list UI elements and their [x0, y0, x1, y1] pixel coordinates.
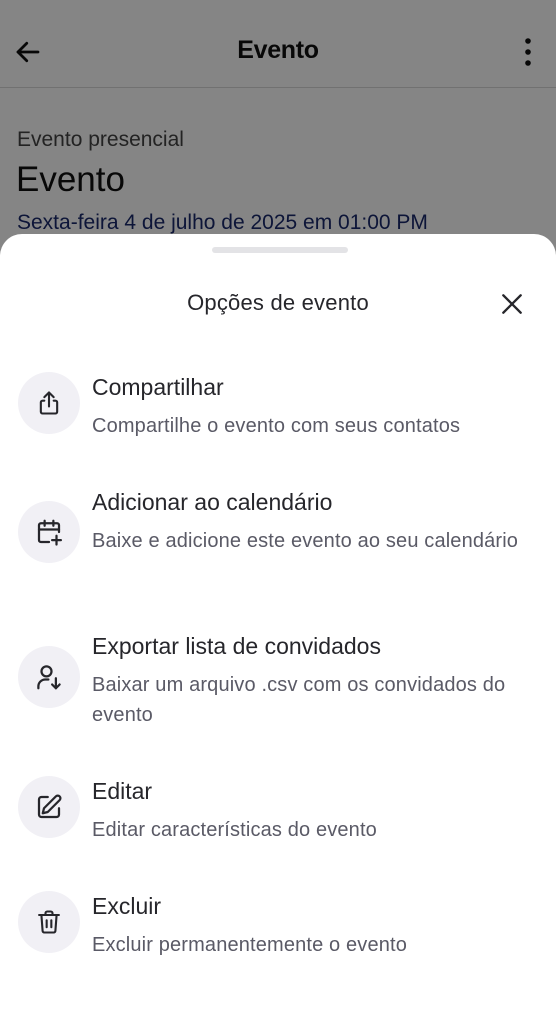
trash-icon	[38, 910, 60, 934]
option-share-title: Compartilhar	[92, 374, 224, 400]
drag-handle[interactable]	[212, 247, 348, 253]
sheet-title: Opções de evento	[187, 290, 369, 315]
share-icon-circle	[18, 372, 80, 434]
option-export-guests[interactable]: Exportar lista de convidados Baixar um a…	[0, 633, 556, 743]
user-download-icon-circle	[18, 646, 80, 708]
option-add-to-calendar[interactable]: Adicionar ao calendário Baixe e adicione…	[0, 489, 556, 599]
option-share[interactable]: Compartilhar Compartilhe o evento com se…	[0, 372, 556, 454]
option-share-description: Compartilhe o evento com seus contatos	[92, 415, 461, 437]
option-edit-description: Editar características do evento	[92, 819, 377, 841]
share-icon	[39, 391, 59, 415]
close-button[interactable]	[492, 284, 532, 324]
option-delete-description: Excluir permanentemente o evento	[92, 934, 407, 956]
option-edit-title: Editar	[92, 778, 153, 804]
edit-icon	[37, 794, 62, 819]
option-delete-title: Excluir	[92, 893, 162, 919]
option-export-guests-description: Baixar um arquivo .csv com os convidados…	[92, 674, 506, 726]
calendar-add-icon-circle	[18, 501, 80, 563]
option-delete[interactable]: Excluir Excluir permanentemente o evento	[0, 891, 556, 973]
event-options-sheet: Opções de evento Compartilhar Compartilh…	[0, 234, 556, 1012]
option-add-to-calendar-title: Adicionar ao calendário	[92, 489, 333, 515]
option-edit[interactable]: Editar Editar características do evento	[0, 776, 556, 858]
option-export-guests-title: Exportar lista de convidados	[92, 633, 381, 659]
close-icon	[502, 294, 522, 314]
edit-icon-circle	[18, 776, 80, 838]
option-add-to-calendar-description: Baixe e adicione este evento ao seu cale…	[92, 530, 519, 552]
calendar-add-icon	[37, 519, 62, 546]
trash-icon-circle	[18, 891, 80, 953]
user-download-icon	[37, 665, 61, 690]
